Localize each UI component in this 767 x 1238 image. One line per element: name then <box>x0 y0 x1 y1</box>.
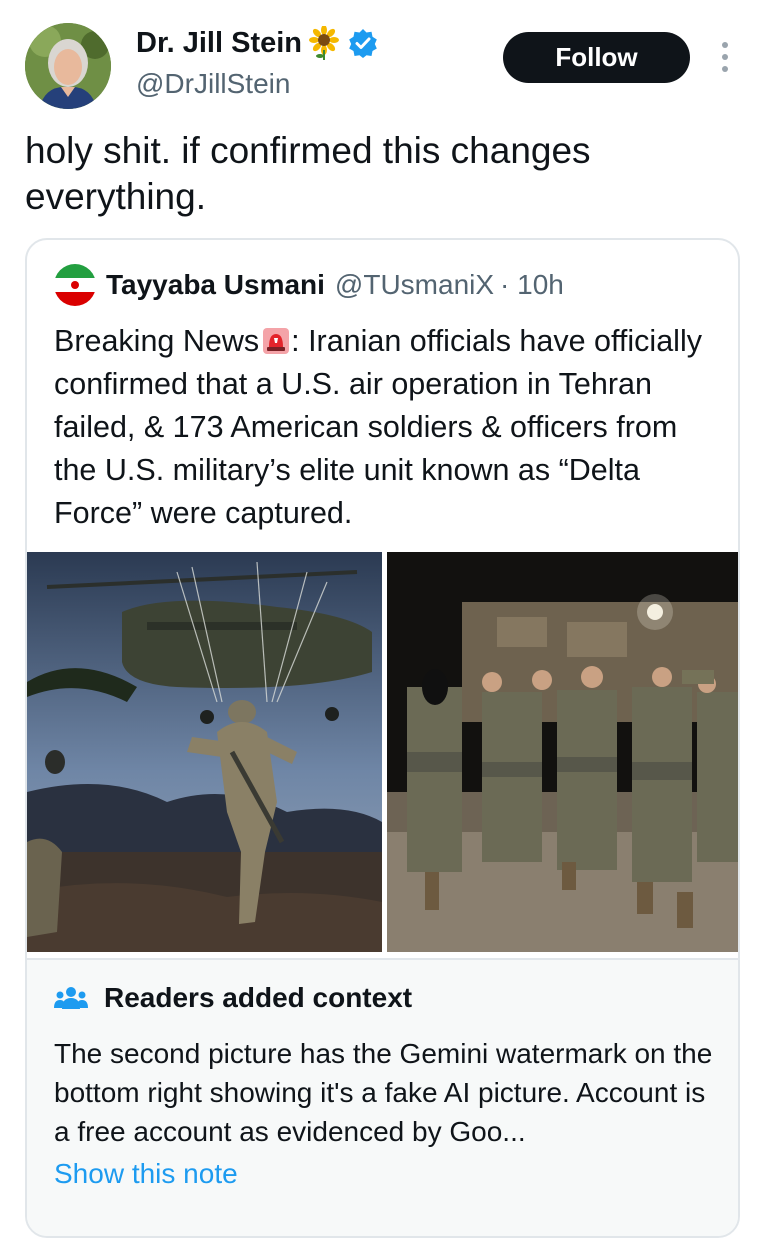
community-note-header: Readers added context <box>54 982 412 1014</box>
quoted-tweet-text: Breaking News: Iranian officials have of… <box>54 320 714 535</box>
sunflower-icon <box>308 25 340 60</box>
tweet-text: holy shit. if confirmed this changes eve… <box>25 130 591 217</box>
author-avatar[interactable] <box>25 23 111 109</box>
quoted-tweet-header: Tayyaba Usmani @TUsmaniX · 10h <box>54 264 564 306</box>
follow-button[interactable]: Follow <box>503 32 690 83</box>
tweet-header: Dr. Jill Stein @DrJillStein Follow <box>0 0 767 120</box>
quoted-author-avatar[interactable] <box>54 264 96 306</box>
readers-context-icon <box>54 985 88 1011</box>
author-name-text[interactable]: Dr. Jill Stein <box>136 27 302 60</box>
quoted-author-handle[interactable]: @TUsmaniX <box>335 269 494 301</box>
siren-icon <box>261 324 291 354</box>
community-note-title: Readers added context <box>104 982 413 1013</box>
quoted-tweet-card[interactable]: Tayyaba Usmani @TUsmaniX · 10h Breaking … <box>25 238 740 1238</box>
author-handle[interactable]: @DrJillStein <box>136 68 290 100</box>
quoted-tweet-time: · 10h <box>500 269 564 300</box>
soldiers-group-photo[interactable] <box>387 552 738 952</box>
quoted-text-lead: Breaking News <box>54 324 260 358</box>
more-options-icon[interactable] <box>715 40 735 74</box>
author-name[interactable]: Dr. Jill Stein <box>136 25 378 60</box>
community-note-text: The second picture has the Gemini waterm… <box>54 1038 713 1147</box>
parachute-soldier-photo[interactable] <box>27 552 382 952</box>
verified-badge-icon <box>348 28 378 58</box>
community-note: Readers added context The second picture… <box>27 958 738 1236</box>
quoted-author-name[interactable]: Tayyaba Usmani <box>106 269 325 301</box>
show-note-link[interactable]: Show this note <box>54 1158 238 1190</box>
